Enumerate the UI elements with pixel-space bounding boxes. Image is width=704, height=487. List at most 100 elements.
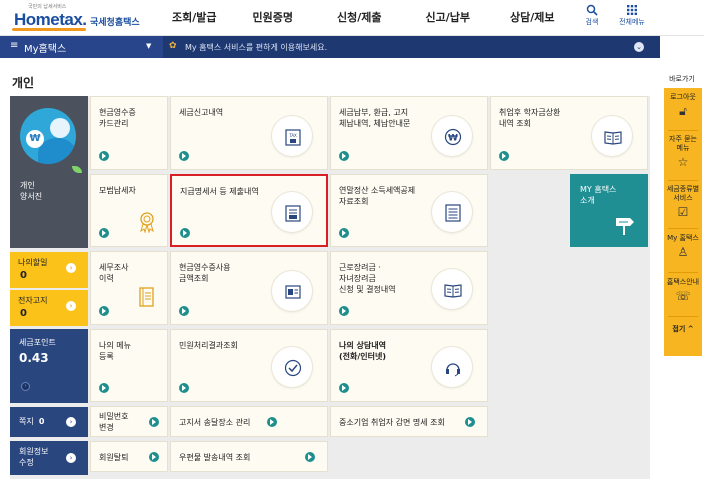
profile-tile[interactable]: ₩ 개인 양서진	[10, 96, 88, 248]
tile-cash-receipt-card[interactable]: 현금영수증 카드관리	[90, 96, 168, 170]
my-hometax-title[interactable]: My홈택스	[24, 40, 66, 55]
tile-my-hometax-intro[interactable]: MY 홈택스 소개	[570, 174, 648, 247]
main-nav: 조회/발급 민원증명 신청/제출 신고/납부 상담/제보	[172, 0, 554, 36]
chevron-right-icon: ›	[66, 453, 76, 463]
tile-student-loan[interactable]: 취업후 학자금상환 내역 조회	[490, 96, 648, 170]
tile-label: 나의 상담내역 (전화/인터넷)	[339, 341, 387, 361]
sun-icon: ✿	[169, 41, 177, 51]
quick-my-hometax[interactable]: My 홈택스 ♙	[664, 234, 702, 259]
go-arrow-icon	[179, 306, 189, 316]
notice-strip: ✿ My 홈택스 서비스를 편하게 이용해보세요. ⌄	[163, 36, 660, 58]
tile-cash-receipt-amount[interactable]: 현금영수증사용 금액조회	[170, 251, 328, 325]
e-notice-tile[interactable]: 전자고지 0 ›	[10, 290, 88, 326]
lock-icon: 🔓︎	[679, 104, 687, 118]
go-arrow-icon	[339, 306, 349, 316]
open-book-icon	[431, 268, 473, 310]
go-arrow-icon	[267, 417, 277, 427]
go-arrow-icon	[99, 151, 109, 161]
tile-consult-history[interactable]: 나의 상담내역 (전화/인터넷)	[330, 329, 488, 402]
tile-label: 나의 메뉴 등록	[99, 341, 131, 361]
all-menu-button[interactable]: 전체메뉴	[614, 3, 650, 27]
search-button[interactable]: 검색	[578, 3, 606, 27]
service-grid: ₩ 개인 양서진 나의할일 0 › 전자고지 0 › 세금포인트 0.43 › …	[10, 96, 650, 479]
chevron-right-icon: ›	[66, 263, 76, 273]
tile-tax-audit-history[interactable]: 세무조사 이력	[90, 251, 168, 325]
go-arrow-icon	[99, 383, 109, 393]
tile-mail-history[interactable]: 우편물 발송내역 조회	[170, 441, 328, 472]
member-info-label: 회원정보 수정	[19, 447, 49, 467]
e-notice-count: 0	[20, 308, 27, 319]
tile-civil-result[interactable]: 민원처리결과조회	[170, 329, 328, 402]
nav-inquiry-issue[interactable]: 조회/발급	[172, 0, 217, 36]
chevron-down-icon[interactable]: ⌄	[634, 42, 644, 52]
tile-change-password[interactable]: 비밀번호 변경	[90, 406, 168, 437]
go-arrow-icon	[305, 452, 315, 462]
tax-points-tile[interactable]: 세금포인트 0.43 ›	[10, 329, 88, 403]
e-notice-label: 전자고지	[18, 296, 48, 305]
hometax-logo[interactable]: 국민의 납세서비스 Hometax. 국세청홈택스	[10, 3, 150, 33]
headset-icon	[431, 346, 473, 388]
quick-fold-button[interactable]: 접기 ^	[664, 324, 702, 334]
svg-text:₩: ₩	[448, 134, 458, 144]
go-arrow-icon	[99, 306, 109, 316]
nav-report-pay[interactable]: 신고/납부	[425, 0, 470, 36]
open-book-icon	[591, 115, 633, 157]
tile-label: 현금영수증사용 금액조회	[179, 263, 231, 283]
tile-notice-delivery[interactable]: 고지서 송달장소 관리	[170, 406, 328, 437]
chevron-right-icon: ›	[21, 382, 30, 391]
go-arrow-icon	[339, 151, 349, 161]
tile-my-menu-register[interactable]: 나의 메뉴 등록	[90, 329, 168, 402]
tile-tax-payment[interactable]: 세금납부, 환급, 고지 체납내역, 체납안내문 ₩	[330, 96, 488, 170]
signpost-icon	[616, 218, 634, 235]
tile-withdraw[interactable]: 회원탈퇴	[90, 441, 168, 472]
message-label: 쪽지 0	[19, 417, 45, 426]
nav-civil-certificate[interactable]: 민원증명	[253, 0, 293, 36]
profile-label: 개인 양서진	[20, 181, 43, 201]
tile-tax-report-history[interactable]: 세금신고내역 TAX	[170, 96, 328, 170]
hamburger-icon[interactable]: ≡	[10, 40, 18, 51]
search-icon	[586, 4, 598, 16]
tile-label: 중소기업 취업자 감면 명세 조회	[339, 418, 445, 427]
grid-menu-icon	[627, 5, 637, 15]
search-label: 검색	[585, 18, 599, 26]
tile-label: 민원처리결과조회	[179, 341, 238, 350]
tile-label: 회원탈퇴	[99, 453, 129, 462]
quick-hometax-guide[interactable]: 홈택스안내 ☏	[664, 278, 702, 303]
my-tasks-label: 나의할일	[18, 258, 48, 267]
my-tasks-tile[interactable]: 나의할일 0 ›	[10, 252, 88, 288]
certificate-icon	[271, 191, 313, 233]
go-arrow-icon	[180, 228, 190, 238]
member-info-tile[interactable]: 회원정보 수정 ›	[10, 441, 88, 475]
go-arrow-icon	[499, 151, 509, 161]
go-arrow-icon	[339, 383, 349, 393]
quick-faq-menu[interactable]: 자주 묻는 메뉴 ☆	[664, 135, 702, 169]
tile-sme-reduction[interactable]: 중소기업 취업자 감면 명세 조회	[330, 406, 488, 437]
check-circle-icon	[271, 346, 313, 388]
won-coin-icon: ₩	[26, 130, 44, 148]
page-title: 개인	[12, 76, 35, 90]
tile-earned-income-credit[interactable]: 근로장려금 · 자녀장려금 신청 및 결정내역	[330, 251, 488, 325]
nav-consult-report[interactable]: 상담/제보	[510, 0, 555, 36]
tax-points-label: 세금포인트	[19, 338, 56, 347]
tile-label: MY 홈택스 소개	[580, 185, 617, 205]
person-icon: ♙	[677, 245, 689, 259]
quick-tax-service[interactable]: 세금종류별 서비스 ☑	[664, 185, 702, 219]
quick-logout[interactable]: 로그아웃 🔓︎	[664, 93, 702, 118]
logo-swoosh	[12, 28, 86, 31]
tile-statement-submission[interactable]: 지급명세서 등 제출내역	[170, 174, 328, 247]
nav-apply-submit[interactable]: 신청/제출	[337, 0, 382, 36]
calculator-sheet-icon	[431, 191, 473, 233]
message-tile[interactable]: 쪽지 0 ›	[10, 407, 88, 437]
go-arrow-icon	[465, 417, 475, 427]
go-arrow-icon	[149, 452, 159, 462]
tile-model-taxpayer[interactable]: 모범납세자	[90, 174, 168, 247]
binder-icon	[139, 287, 154, 307]
dropdown-arrow-icon[interactable]: ▼	[146, 42, 151, 50]
go-arrow-icon	[149, 417, 159, 427]
guide-icon: ☏	[675, 289, 691, 303]
chevron-right-icon: ›	[66, 301, 76, 311]
my-hometax-bar: ≡ My홈택스 ▼ ✿ My 홈택스 서비스를 편하게 이용해보세요. ⌄	[0, 36, 660, 58]
top-header: 국민의 납세서비스 Hometax. 국세청홈택스 조회/발급 민원증명 신청/…	[0, 0, 704, 36]
tile-label: 현금영수증 카드관리	[99, 108, 136, 128]
tile-year-end-settlement[interactable]: 연말정산 소득세액공제 자료조회	[330, 174, 488, 247]
